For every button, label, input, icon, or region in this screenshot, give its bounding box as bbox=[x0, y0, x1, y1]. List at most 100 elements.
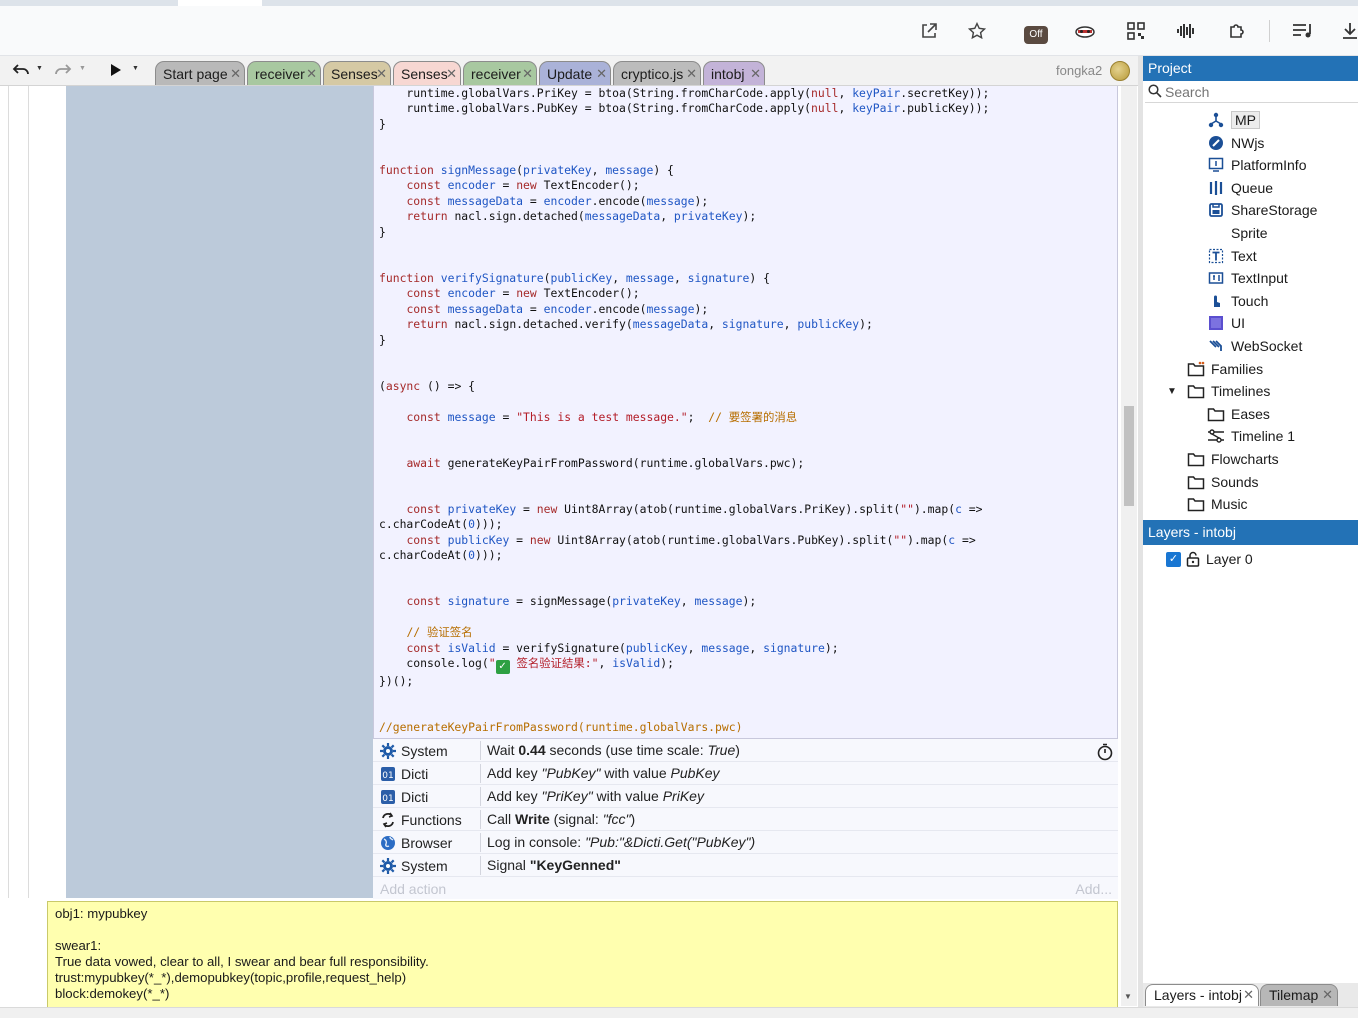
tab-label: receiver bbox=[255, 65, 305, 82]
layer-visible-checkbox[interactable]: ✓ bbox=[1166, 551, 1181, 567]
tab-cryptico-js[interactable]: cryptico.js ✕ bbox=[613, 61, 701, 85]
action-text-part: PriKey bbox=[662, 788, 704, 804]
tab-senses[interactable]: Senses ✕ bbox=[393, 61, 461, 85]
tree-item-ui[interactable]: UI bbox=[1207, 312, 1245, 334]
event-sheet-scrollbar[interactable]: ▼ bbox=[1121, 86, 1137, 1006]
action-object[interactable]: 01 Dicti bbox=[379, 787, 479, 807]
tree-item-platforminfo[interactable]: PlatformInfo bbox=[1207, 154, 1306, 176]
lock-icon[interactable] bbox=[1186, 551, 1200, 567]
off-extension-icon[interactable]: Off bbox=[1023, 23, 1049, 47]
tree-item-nwjs[interactable]: NWjs bbox=[1207, 132, 1264, 154]
add-menu-button[interactable]: Add... bbox=[1075, 881, 1112, 897]
action-object-name: System bbox=[401, 858, 448, 874]
tree-item-touch[interactable]: Touch bbox=[1207, 290, 1268, 312]
action-text[interactable]: Signal "KeyGenned" bbox=[487, 857, 621, 873]
action-text[interactable]: Wait 0.44 seconds (use time scale: True) bbox=[487, 742, 740, 758]
download-icon[interactable] bbox=[1338, 19, 1358, 43]
action-object[interactable]: System bbox=[379, 856, 479, 876]
redo-button[interactable] bbox=[53, 61, 73, 82]
close-icon[interactable]: ✕ bbox=[522, 66, 533, 82]
tree-item-eases[interactable]: Eases bbox=[1207, 403, 1270, 425]
tree-item-mp[interactable]: MP bbox=[1207, 109, 1260, 131]
action-object[interactable]: System bbox=[379, 741, 479, 761]
tree-item-textinput[interactable]: TextInput bbox=[1207, 267, 1288, 289]
action-row[interactable]: 01 Dicti Add key "PriKey" with value PriKe… bbox=[373, 785, 1118, 808]
condition-block[interactable] bbox=[66, 86, 373, 898]
action-text[interactable]: Log in console: "Pub:"&Dicti.Get("PubKey… bbox=[487, 834, 755, 850]
action-object[interactable]: Browser bbox=[379, 833, 479, 853]
tab-label: receiver bbox=[471, 65, 521, 82]
expand-triangle-icon[interactable]: ▼ bbox=[1167, 386, 1177, 397]
comment-text[interactable]: obj1: mypubkey swear1: True data vowed, … bbox=[55, 906, 429, 1002]
script-code[interactable]: runtime.globalVars.PriKey = btoa(String.… bbox=[379, 86, 989, 736]
undo-button[interactable] bbox=[11, 61, 31, 82]
tab-receiver[interactable]: receiver ✕ bbox=[247, 61, 321, 85]
action-row[interactable]: 01 Dicti Add key "PubKey" with value PubKe… bbox=[373, 762, 1118, 785]
undo-dropdown-icon[interactable]: ▼ bbox=[36, 65, 43, 72]
close-icon[interactable]: ✕ bbox=[1322, 987, 1333, 1003]
event-comment[interactable]: obj1: mypubkey swear1: True data vowed, … bbox=[47, 901, 1118, 1018]
preview-button[interactable] bbox=[109, 62, 123, 81]
tree-item-timelines[interactable]: ▼ Timelines bbox=[1167, 380, 1270, 402]
tree-item-label: WebSocket bbox=[1231, 338, 1303, 354]
action-row[interactable]: System Signal "KeyGenned" bbox=[373, 854, 1118, 877]
project-tree: MP NWjs PlatformInfo Queue ShareStorage Sprit… bbox=[1143, 104, 1358, 512]
tab-intobj[interactable]: intobj ✕ bbox=[703, 61, 765, 85]
open-in-new-icon[interactable] bbox=[917, 19, 941, 43]
tree-item-sprite[interactable]: Sprite bbox=[1207, 222, 1268, 244]
tree-item-families[interactable]: Families bbox=[1187, 358, 1263, 380]
action-row[interactable]: Functions Call Write (signal: "fcc") bbox=[373, 808, 1118, 831]
avatar[interactable] bbox=[1110, 61, 1130, 81]
bottom-tab[interactable]: Tilemap ✕ bbox=[1260, 984, 1338, 1006]
close-icon[interactable]: ✕ bbox=[446, 66, 457, 82]
tab-receiver[interactable]: receiver ✕ bbox=[463, 61, 537, 85]
tab-senses[interactable]: Senses ✕ bbox=[323, 61, 391, 85]
close-icon[interactable]: ✕ bbox=[306, 66, 317, 82]
close-icon[interactable]: ✕ bbox=[596, 66, 607, 82]
tree-item-sharestorage[interactable]: ShareStorage bbox=[1207, 199, 1317, 221]
action-text-part: Call bbox=[487, 811, 516, 827]
tree-item-websocket[interactable]: WebSocket bbox=[1207, 335, 1302, 357]
close-icon[interactable]: ✕ bbox=[376, 66, 387, 82]
qr-code-icon[interactable] bbox=[1124, 19, 1148, 43]
action-row[interactable]: System Wait 0.44 seconds (use time scale:… bbox=[373, 739, 1118, 762]
audio-wave-icon[interactable] bbox=[1174, 19, 1198, 43]
tree-item-label: Queue bbox=[1231, 179, 1274, 196]
layer-row[interactable]: ✓ Layer 0 bbox=[1166, 549, 1253, 569]
search-input[interactable] bbox=[1165, 83, 1353, 101]
action-object[interactable]: Functions bbox=[379, 810, 479, 830]
tree-item-sounds[interactable]: Sounds bbox=[1187, 471, 1258, 493]
script-block[interactable]: runtime.globalVars.PriKey = btoa(String.… bbox=[373, 86, 1118, 739]
playlist-icon[interactable] bbox=[1291, 19, 1315, 43]
star-icon[interactable] bbox=[965, 19, 989, 43]
add-action-button[interactable]: Add action bbox=[380, 881, 446, 897]
scrollbar-thumb[interactable] bbox=[1124, 406, 1134, 506]
tree-item-queue[interactable]: Queue bbox=[1207, 177, 1273, 199]
action-text[interactable]: Add key "PubKey" with value PubKey bbox=[487, 765, 720, 781]
close-icon[interactable]: ✕ bbox=[686, 66, 697, 82]
redo-dropdown-icon[interactable]: ▼ bbox=[79, 65, 86, 72]
action-row[interactable]: Browser Log in console: "Pub:"&Dicti.Get(… bbox=[373, 831, 1118, 854]
scroll-down-arrow-icon[interactable]: ▼ bbox=[1124, 992, 1132, 1001]
bottom-tab[interactable]: Layers - intobj ✕ bbox=[1145, 984, 1259, 1006]
tab-update[interactable]: Update ✕ bbox=[539, 61, 611, 85]
tab-start-page[interactable]: Start page ✕ bbox=[155, 61, 245, 85]
ui-icon bbox=[1207, 314, 1225, 332]
action-text[interactable]: Call Write (signal: "fcc") bbox=[487, 811, 635, 827]
action-divider bbox=[480, 833, 481, 852]
close-icon[interactable]: ✕ bbox=[230, 66, 241, 82]
action-text[interactable]: Add key "PriKey" with value PriKey bbox=[487, 788, 704, 804]
close-icon[interactable]: ✕ bbox=[1243, 987, 1254, 1003]
tree-item-text[interactable]: Text bbox=[1207, 245, 1257, 267]
mask-extension-icon[interactable] bbox=[1073, 19, 1097, 43]
user-name[interactable]: fongka2 bbox=[1056, 63, 1102, 78]
tree-item-flowcharts[interactable]: Flowcharts bbox=[1187, 448, 1279, 470]
action-object[interactable]: 01 Dicti bbox=[379, 764, 479, 784]
touch-icon bbox=[1207, 292, 1225, 310]
tree-item-timeline-1[interactable]: Timeline 1 bbox=[1207, 425, 1295, 447]
folder-icon bbox=[1207, 405, 1225, 423]
preview-dropdown-icon[interactable]: ▼ bbox=[132, 65, 139, 72]
close-icon[interactable]: ✕ bbox=[750, 66, 761, 82]
puzzle-icon[interactable] bbox=[1225, 19, 1249, 43]
tree-item-music[interactable]: Music bbox=[1187, 493, 1248, 512]
